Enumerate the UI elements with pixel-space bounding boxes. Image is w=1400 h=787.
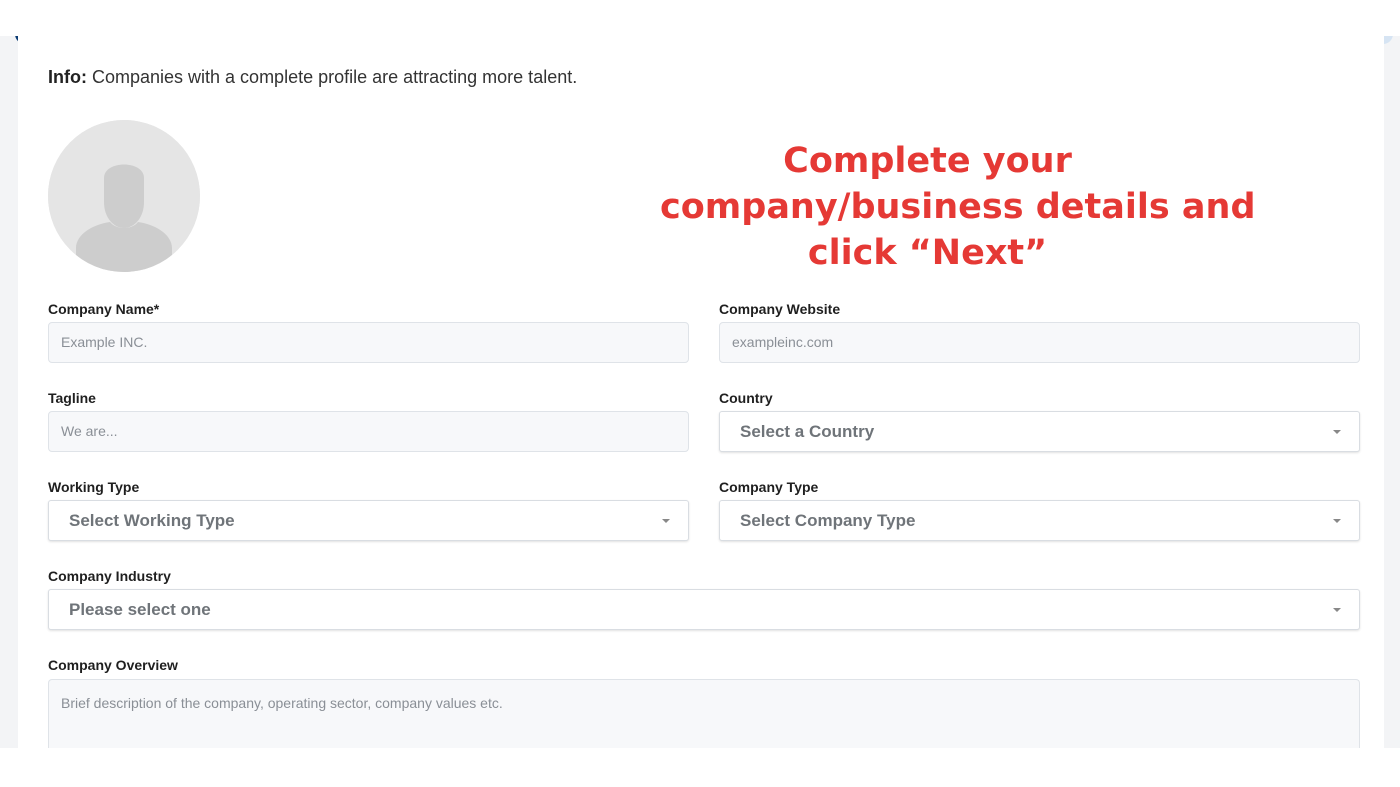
tagline-input[interactable]: We are... xyxy=(48,411,689,452)
company-type-label: Company Type xyxy=(719,479,819,495)
company-industry-label: Company Industry xyxy=(48,568,171,584)
info-text: Companies with a complete profile are at… xyxy=(86,67,578,87)
company-industry-select-value: Please select one xyxy=(69,600,211,619)
chevron-down-icon xyxy=(1333,430,1341,434)
info-label: Info: xyxy=(48,67,87,87)
top-mask xyxy=(0,0,1400,36)
callout-line-3: click “Next” xyxy=(807,233,1048,273)
info-message: Info: Companies with a complete profile … xyxy=(48,67,577,88)
country-select[interactable]: Select a Country xyxy=(719,411,1360,452)
callout-line-2: company/business details and xyxy=(660,187,1256,227)
company-overview-textarea[interactable]: Brief description of the company, operat… xyxy=(48,679,1360,748)
company-industry-select[interactable]: Please select one xyxy=(48,589,1360,630)
country-select-value: Select a Country xyxy=(740,422,875,441)
working-type-select-value: Select Working Type xyxy=(69,511,235,530)
company-logo-avatar[interactable] xyxy=(48,120,200,272)
working-type-label: Working Type xyxy=(48,479,140,495)
company-type-select-value: Select Company Type xyxy=(740,511,916,530)
user-silhouette-icon xyxy=(48,120,200,272)
company-type-select[interactable]: Select Company Type xyxy=(719,500,1360,541)
country-label: Country xyxy=(719,390,773,406)
company-website-label: Company Website xyxy=(719,301,841,317)
tagline-label: Tagline xyxy=(48,390,96,406)
chevron-down-icon xyxy=(1333,608,1341,612)
callout-line-1: Complete your xyxy=(783,141,1072,181)
company-name-label: Company Name* xyxy=(48,301,160,317)
company-website-input[interactable]: exampleinc.com xyxy=(719,322,1360,363)
company-name-input[interactable]: Example INC. xyxy=(48,322,689,363)
chevron-down-icon xyxy=(662,519,670,523)
chevron-down-icon xyxy=(1333,519,1341,523)
working-type-select[interactable]: Select Working Type xyxy=(48,500,689,541)
instruction-callout: Complete your company/business details a… xyxy=(660,138,1256,276)
company-overview-label: Company Overview xyxy=(48,657,178,673)
